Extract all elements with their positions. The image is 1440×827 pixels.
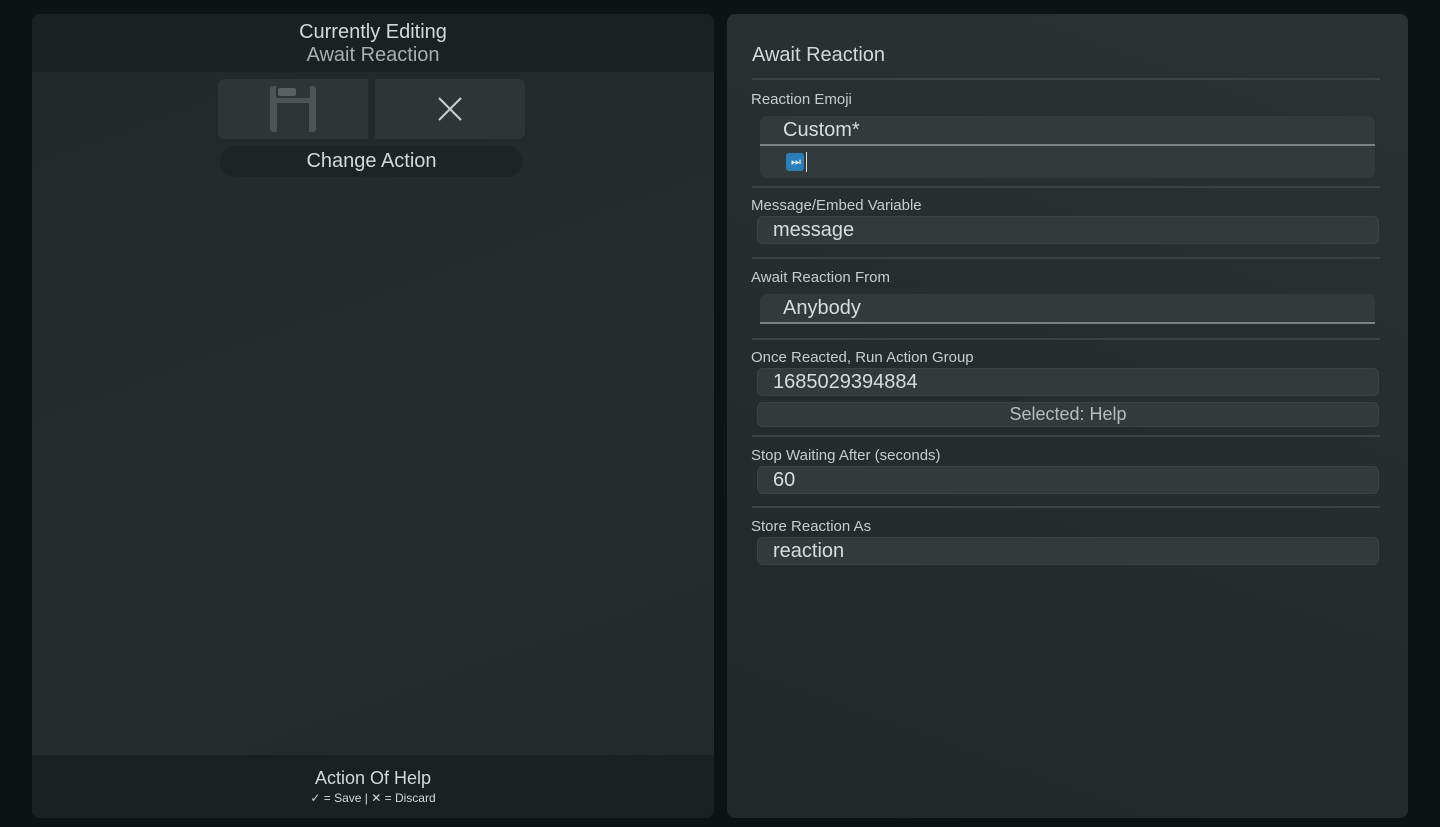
editor-footer: Action Of Help ✓ = Save | ✕ = Discard [32,755,714,818]
divider [752,78,1380,80]
divider [752,257,1380,259]
reaction-from-label: Await Reaction From [751,269,890,286]
action-group-label: Once Reacted, Run Action Group [751,349,974,366]
editor-toolbar [218,79,526,140]
save-button[interactable] [218,79,368,139]
divider [752,435,1380,437]
action-group-input[interactable]: 1685029394884 [757,368,1379,396]
fast-forward-emoji-icon: ⏭ [786,153,804,171]
stop-after-input[interactable]: 60 [757,466,1379,494]
reaction-emoji-label: Reaction Emoji [751,91,852,108]
footer-hint: ✓ = Save | ✕ = Discard [310,791,436,805]
message-variable-input[interactable]: message [757,216,1379,244]
text-caret [806,152,807,172]
editing-action-name: Await Reaction [306,44,440,66]
reaction-emoji-mode-select[interactable]: Custom* [760,116,1375,146]
close-icon [438,97,462,121]
discard-button[interactable] [375,79,525,139]
reaction-emoji-input[interactable]: ⏭ [760,146,1375,178]
store-as-input[interactable]: reaction [757,537,1379,565]
editor-panel: Currently Editing Await Reaction Change … [32,14,714,818]
form-title: Await Reaction [752,44,886,66]
stop-after-label: Stop Waiting After (seconds) [751,447,941,464]
change-action-button[interactable]: Change Action [220,146,523,177]
message-variable-label: Message/Embed Variable [751,197,922,214]
footer-title: Action Of Help [314,768,432,788]
divider [752,186,1380,188]
selected-action-group[interactable]: Selected: Help [757,402,1379,427]
reaction-from-select[interactable]: Anybody [760,294,1375,324]
editing-heading: Currently Editing [299,21,447,43]
divider [752,506,1380,508]
action-form-panel: Await Reaction Reaction Emoji Custom* ⏭ … [727,14,1408,818]
divider [752,338,1380,340]
floppy-disk-icon [270,86,316,132]
store-as-label: Store Reaction As [751,518,872,535]
editing-header: Currently Editing Await Reaction [32,14,714,72]
